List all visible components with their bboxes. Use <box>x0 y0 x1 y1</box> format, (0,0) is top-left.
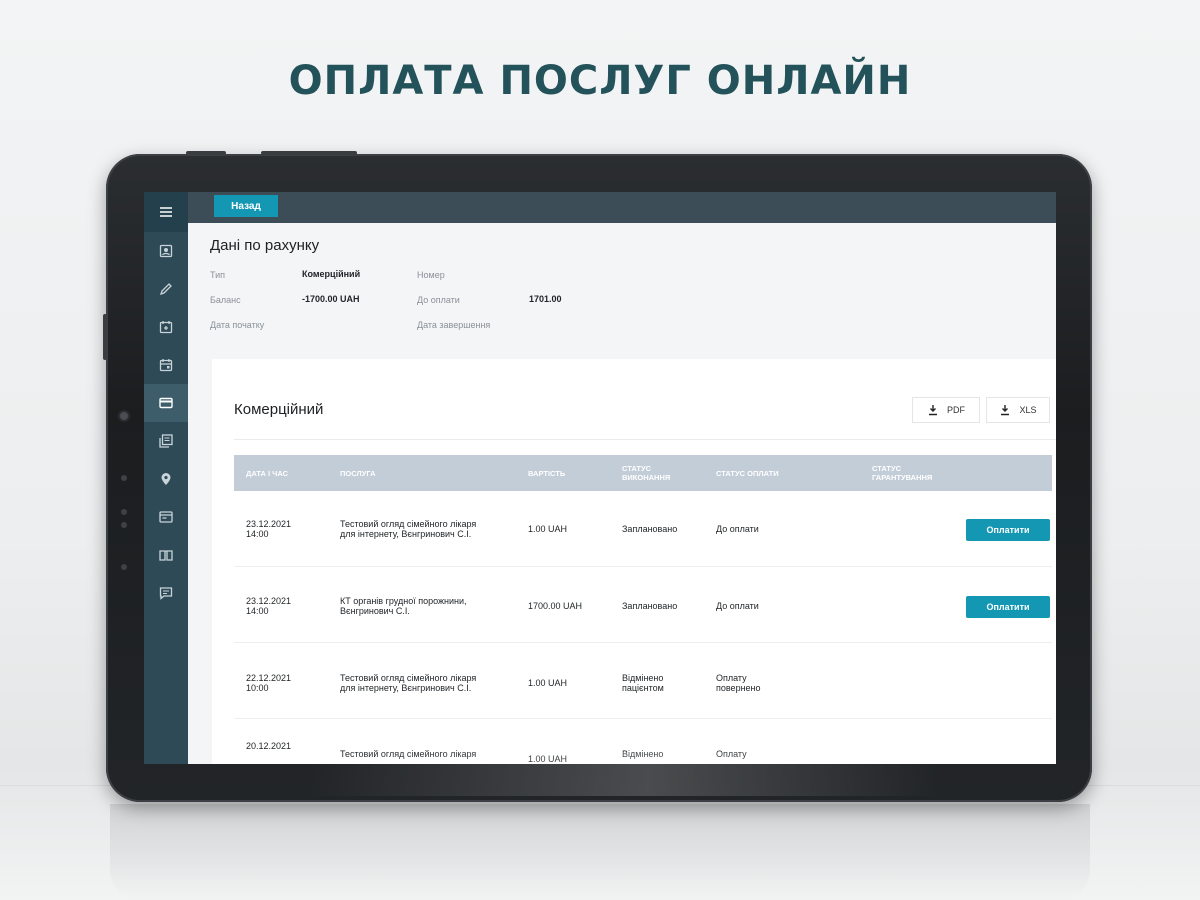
balance-value: -1700.00 UAH <box>302 294 360 304</box>
pencil-icon[interactable] <box>144 270 188 308</box>
row-cost: 1.00 UAH <box>528 754 568 764</box>
row-date-line: 23.12.2021 <box>246 596 292 606</box>
row-date: 20.12.2021 <box>246 741 292 751</box>
menu-icon[interactable] <box>144 192 188 232</box>
row-service-line1: Тестовий огляд сімейного лікаря <box>340 673 477 683</box>
row-pay-status: Оплату <box>716 749 747 759</box>
table-row: 20.12.2021 Тестовий огляд сімейного ліка… <box>234 719 1052 764</box>
export-xls-button[interactable]: XLS <box>986 397 1050 423</box>
row-exec-status: Заплановано <box>622 601 678 611</box>
row-pay-status: До оплати <box>716 524 759 534</box>
row-cost: 1.00 UAH <box>528 524 568 534</box>
start-date-label: Дата початку <box>210 320 265 330</box>
header-pay-status: Статус оплати <box>716 469 779 478</box>
header-guarantee-line1: Статус <box>872 464 902 473</box>
card-icon[interactable] <box>144 384 188 422</box>
header-service: Послуга <box>340 469 376 478</box>
billing-icon[interactable] <box>144 498 188 536</box>
tablet-device: Назад Дані по рахунку Тип Комерційний Ба… <box>103 151 1092 802</box>
row-service-line1: КТ органів грудної порожнини, <box>340 596 467 606</box>
table-row: 23.12.2021 14:00 Тестовий огляд сімейног… <box>234 491 1052 567</box>
header-exec-status-line1: Статус <box>622 464 652 473</box>
row-pay-status: До оплати <box>716 601 759 611</box>
row-cost: 1.00 UAH <box>528 678 568 688</box>
export-xls-label: XLS <box>1019 405 1037 415</box>
book-icon[interactable] <box>144 536 188 574</box>
divider <box>234 439 1056 440</box>
row-service: Тестовий огляд сімейного лікаря для інте… <box>340 673 476 693</box>
row-service: КТ органів грудної порожнини, Вєнгринови… <box>340 596 467 616</box>
table-row: 22.12.2021 10:00 Тестовий огляд сімейног… <box>234 643 1052 719</box>
header-guarantee-line2: гарантування <box>872 473 933 482</box>
calendar-icon[interactable] <box>144 346 188 384</box>
tablet-reflection <box>110 804 1090 900</box>
row-exec-status: Заплановано <box>622 524 678 534</box>
download-icon <box>1001 405 1010 416</box>
profile-icon[interactable] <box>144 232 188 270</box>
header-guarantee-status: Статус гарантування <box>872 464 932 482</box>
headline: ОПЛАТА ПОСЛУГ ОНЛАЙН <box>288 58 912 104</box>
app-screen: Назад Дані по рахунку Тип Комерційний Ба… <box>144 192 1056 764</box>
row-exec-status: Відмінено <box>622 749 664 759</box>
row-service-line2: для інтернету, Вєнгринович С.І. <box>340 529 472 539</box>
row-service-line2: Вєнгринович С.І. <box>340 606 410 616</box>
due-value: 1701.00 <box>529 294 562 304</box>
table-header: Дата і час Послуга Вартість Статус викон… <box>234 455 1052 491</box>
row-service-line2: для інтернету, Вєнгринович С.І. <box>340 683 472 693</box>
pay-button[interactable]: Оплатити <box>966 596 1050 618</box>
row-date-line: 22.12.2021 <box>246 673 292 683</box>
topbar: Назад <box>188 192 1056 223</box>
tablet-volume-button <box>261 151 357 155</box>
row-exec-status: Відмінено пацієнтом <box>622 673 664 693</box>
header-cost: Вартість <box>528 469 566 478</box>
card-title: Комерційний <box>234 401 324 418</box>
tablet-button-top <box>186 151 226 155</box>
row-date: 23.12.2021 14:00 <box>246 519 291 539</box>
tablet-side-button <box>103 314 107 360</box>
invoice-card: Комерційний PDF XLS Дата і час Послуга В… <box>212 359 1056 764</box>
sensor-dot <box>121 475 127 481</box>
due-label: До оплати <box>417 295 460 305</box>
balance-label: Баланс <box>210 295 241 305</box>
main-content: Дані по рахунку Тип Комерційний Баланс -… <box>188 223 1056 764</box>
table-row: 23.12.2021 14:00 КТ органів грудної поро… <box>234 567 1052 643</box>
export-pdf-label: PDF <box>947 405 965 415</box>
sensor-dot <box>121 564 127 570</box>
chat-icon[interactable] <box>144 574 188 612</box>
front-camera <box>118 410 130 422</box>
row-date: 23.12.2021 14:00 <box>246 596 291 616</box>
row-time-line: 10:00 <box>246 683 269 693</box>
row-pay-status-line2: повернено <box>716 683 761 693</box>
pay-button[interactable]: Оплатити <box>966 519 1050 541</box>
type-label: Тип <box>210 270 226 280</box>
sensor-dot <box>121 509 127 515</box>
header-exec-status: Статус виконання <box>622 464 670 482</box>
row-service: Тестовий огляд сімейного лікаря <box>340 749 477 759</box>
end-date-label: Дата завершення <box>417 320 491 330</box>
row-date-line: 23.12.2021 <box>246 519 292 529</box>
row-time-line: 14:00 <box>246 606 269 616</box>
row-exec-status-line1: Відмінено <box>622 673 664 683</box>
row-pay-status-line1: Оплату <box>716 673 747 683</box>
row-cost: 1700.00 UAH <box>528 601 583 611</box>
location-icon[interactable] <box>144 460 188 498</box>
header-datetime: Дата і час <box>246 469 289 478</box>
row-exec-status-line2: пацієнтом <box>622 683 664 693</box>
row-service-line1: Тестовий огляд сімейного лікаря <box>340 519 477 529</box>
calendar-add-icon[interactable] <box>144 308 188 346</box>
records-icon[interactable] <box>144 422 188 460</box>
sensor-dot <box>121 522 127 528</box>
row-date: 22.12.2021 10:00 <box>246 673 291 693</box>
row-pay-status: Оплату повернено <box>716 673 761 693</box>
download-icon <box>929 405 937 416</box>
header-exec-status-line2: виконання <box>622 473 671 482</box>
type-value: Комерційний <box>302 269 361 279</box>
row-service: Тестовий огляд сімейного лікаря для інте… <box>340 519 476 539</box>
export-pdf-button[interactable]: PDF <box>912 397 980 423</box>
page-title: Дані по рахунку <box>210 237 320 254</box>
number-label: Номер <box>417 270 445 280</box>
row-time-line: 14:00 <box>246 529 269 539</box>
sidebar <box>144 192 188 764</box>
back-button[interactable]: Назад <box>214 195 278 217</box>
